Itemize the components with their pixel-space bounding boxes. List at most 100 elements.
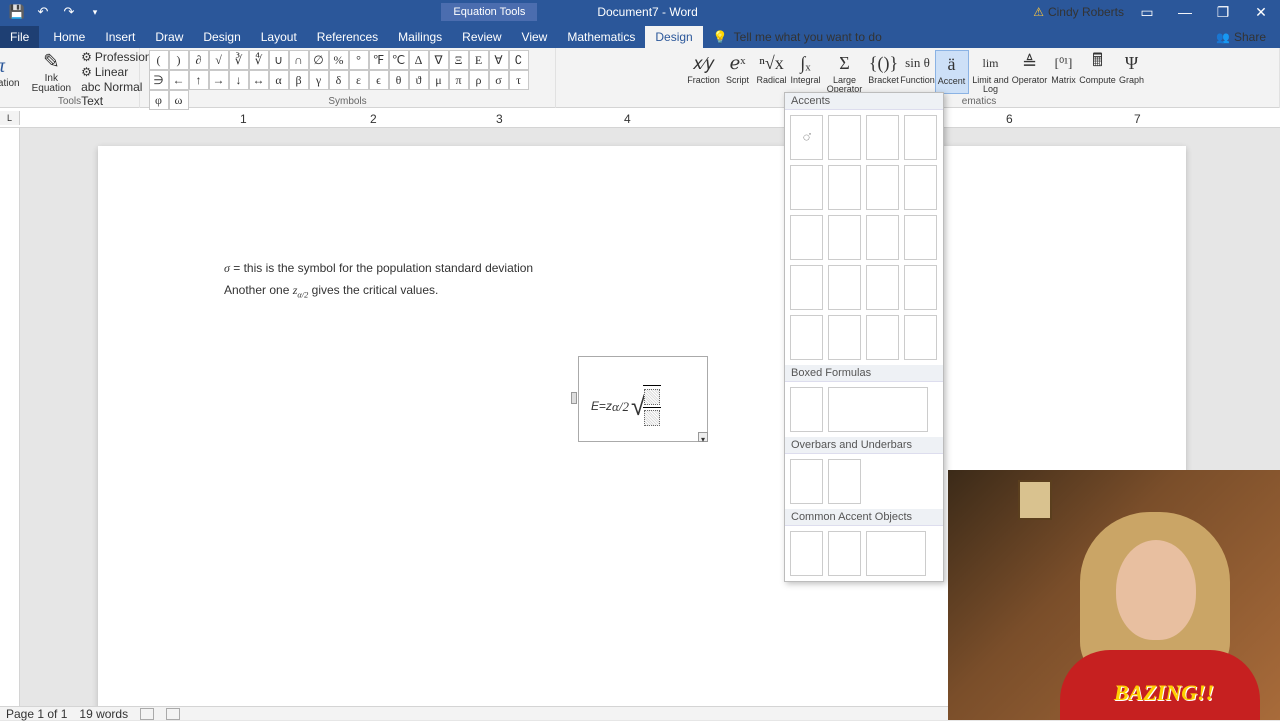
accent-item[interactable] — [866, 165, 899, 210]
accent-item[interactable] — [828, 115, 861, 160]
symbol-cell[interactable]: β — [289, 70, 309, 90]
symbol-cell[interactable]: Ξ — [449, 50, 469, 70]
accent-item[interactable] — [790, 265, 823, 310]
accent-item[interactable] — [828, 265, 861, 310]
symbol-cell[interactable]: ) — [169, 50, 189, 70]
undo-icon[interactable]: ↶ — [32, 1, 54, 23]
symbol-cell[interactable]: → — [209, 70, 229, 90]
accent-item[interactable] — [828, 165, 861, 210]
compute-button[interactable]: 🖩Compute — [1081, 50, 1115, 94]
large-operator-button[interactable]: ΣLarge Operator — [823, 50, 867, 94]
tab-mailings[interactable]: Mailings — [388, 26, 452, 48]
symbol-cell[interactable]: √ — [209, 50, 229, 70]
ribbon-display-icon[interactable]: ▭ — [1132, 0, 1162, 24]
symbol-cell[interactable]: θ — [389, 70, 409, 90]
accent-item[interactable]: ◌̇ — [790, 115, 823, 160]
common-accent-item[interactable] — [866, 531, 926, 576]
share-button[interactable]: 👥Share — [1202, 26, 1280, 48]
integral-button[interactable]: ∫ₓIntegral — [789, 50, 823, 94]
tell-me-search[interactable]: 💡Tell me what you want to do — [703, 26, 892, 48]
horizontal-ruler[interactable]: L 12 34 67 — [0, 108, 1280, 128]
symbol-cell[interactable]: α — [269, 70, 289, 90]
minimize-icon[interactable]: — — [1170, 0, 1200, 24]
equation-content[interactable]: E = zα/2 √ — [591, 383, 661, 430]
equation-move-handle-icon[interactable] — [571, 392, 577, 404]
symbol-cell[interactable]: ℉ — [369, 50, 389, 70]
underbar-item[interactable] — [828, 459, 861, 504]
symbol-cell[interactable]: ϵ — [369, 70, 389, 90]
accent-item[interactable] — [904, 265, 937, 310]
equation-editor-box[interactable]: ▾ E = zα/2 √ — [578, 356, 708, 442]
tab-view[interactable]: View — [512, 26, 558, 48]
symbol-cell[interactable]: ∜ — [249, 50, 269, 70]
vertical-ruler[interactable] — [0, 128, 20, 706]
maximize-icon[interactable]: ❐ — [1208, 0, 1238, 24]
save-icon[interactable]: 💾 — [6, 1, 28, 23]
common-accent-item[interactable] — [828, 531, 861, 576]
symbol-cell[interactable]: ∇ — [429, 50, 449, 70]
denominator-placeholder[interactable] — [644, 410, 660, 426]
page-content[interactable]: σ = this is the symbol for the populatio… — [98, 146, 1186, 414]
symbol-cell[interactable]: γ — [309, 70, 329, 90]
tab-file[interactable]: File — [0, 26, 39, 48]
symbol-cell[interactable]: ∁ — [509, 50, 529, 70]
page-indicator[interactable]: Page 1 of 1 — [6, 707, 67, 721]
equation-options-dropdown-icon[interactable]: ▾ — [698, 432, 708, 442]
symbol-cell[interactable]: ∪ — [269, 50, 289, 70]
fraction-button[interactable]: 𝑥⁄𝑦Fraction — [687, 50, 721, 94]
tab-design-main[interactable]: Design — [193, 26, 250, 48]
close-icon[interactable]: ✕ — [1246, 0, 1276, 24]
accent-item[interactable] — [904, 315, 937, 360]
operator-button[interactable]: ≜Operator — [1013, 50, 1047, 94]
symbol-cell[interactable]: ϑ — [409, 70, 429, 90]
symbol-cell[interactable]: ∋ — [149, 70, 169, 90]
symbol-cell[interactable]: E — [469, 50, 489, 70]
numerator-placeholder[interactable] — [644, 389, 660, 405]
symbol-cell[interactable]: ℃ — [389, 50, 409, 70]
tab-insert[interactable]: Insert — [95, 26, 145, 48]
boxed-formula-item[interactable] — [790, 387, 823, 432]
bracket-button[interactable]: {()}Bracket — [867, 50, 901, 94]
accent-item[interactable] — [904, 115, 937, 160]
symbol-cell[interactable]: ρ — [469, 70, 489, 90]
accent-item[interactable] — [790, 165, 823, 210]
ink-equation-button[interactable]: ✎ Ink Equation — [26, 48, 77, 94]
user-badge[interactable]: ⚠Cindy Roberts — [1033, 5, 1124, 19]
accent-item[interactable] — [828, 215, 861, 260]
accent-item[interactable] — [790, 215, 823, 260]
view-icon[interactable] — [166, 708, 180, 720]
accent-item[interactable] — [828, 315, 861, 360]
symbol-cell[interactable]: % — [329, 50, 349, 70]
accent-item[interactable] — [866, 315, 899, 360]
symbol-cell[interactable]: ( — [149, 50, 169, 70]
symbol-cell[interactable]: σ — [489, 70, 509, 90]
radical-button[interactable]: ⁿ√xRadical — [755, 50, 789, 94]
qat-customize-icon[interactable]: ▾ — [84, 1, 106, 23]
tab-home[interactable]: Home — [43, 26, 95, 48]
overbar-item[interactable] — [790, 459, 823, 504]
tab-mathematics[interactable]: Mathematics — [557, 26, 645, 48]
spelling-icon[interactable] — [140, 708, 154, 720]
symbol-cell[interactable]: ← — [169, 70, 189, 90]
script-button[interactable]: ℯˣScript — [721, 50, 755, 94]
symbol-cell[interactable]: ∀ — [489, 50, 509, 70]
equation-button[interactable]: π Equation — [0, 48, 26, 94]
symbol-cell[interactable]: ↓ — [229, 70, 249, 90]
symbol-cell[interactable]: δ — [329, 70, 349, 90]
redo-icon[interactable]: ↷ — [58, 1, 80, 23]
symbol-cell[interactable]: μ — [429, 70, 449, 90]
common-accent-item[interactable] — [790, 531, 823, 576]
accent-item[interactable] — [904, 165, 937, 210]
symbol-cell[interactable]: ∩ — [289, 50, 309, 70]
symbol-cell[interactable]: ∂ — [189, 50, 209, 70]
tab-review[interactable]: Review — [452, 26, 511, 48]
function-button[interactable]: sin θFunction — [901, 50, 935, 94]
accent-item[interactable] — [866, 215, 899, 260]
tab-layout[interactable]: Layout — [251, 26, 307, 48]
accent-button[interactable]: äAccent — [935, 50, 969, 94]
graph-button[interactable]: ΨGraph — [1115, 50, 1149, 94]
word-count[interactable]: 19 words — [79, 707, 128, 721]
symbol-cell[interactable]: ∛ — [229, 50, 249, 70]
tab-references[interactable]: References — [307, 26, 388, 48]
symbol-cell[interactable]: ε — [349, 70, 369, 90]
